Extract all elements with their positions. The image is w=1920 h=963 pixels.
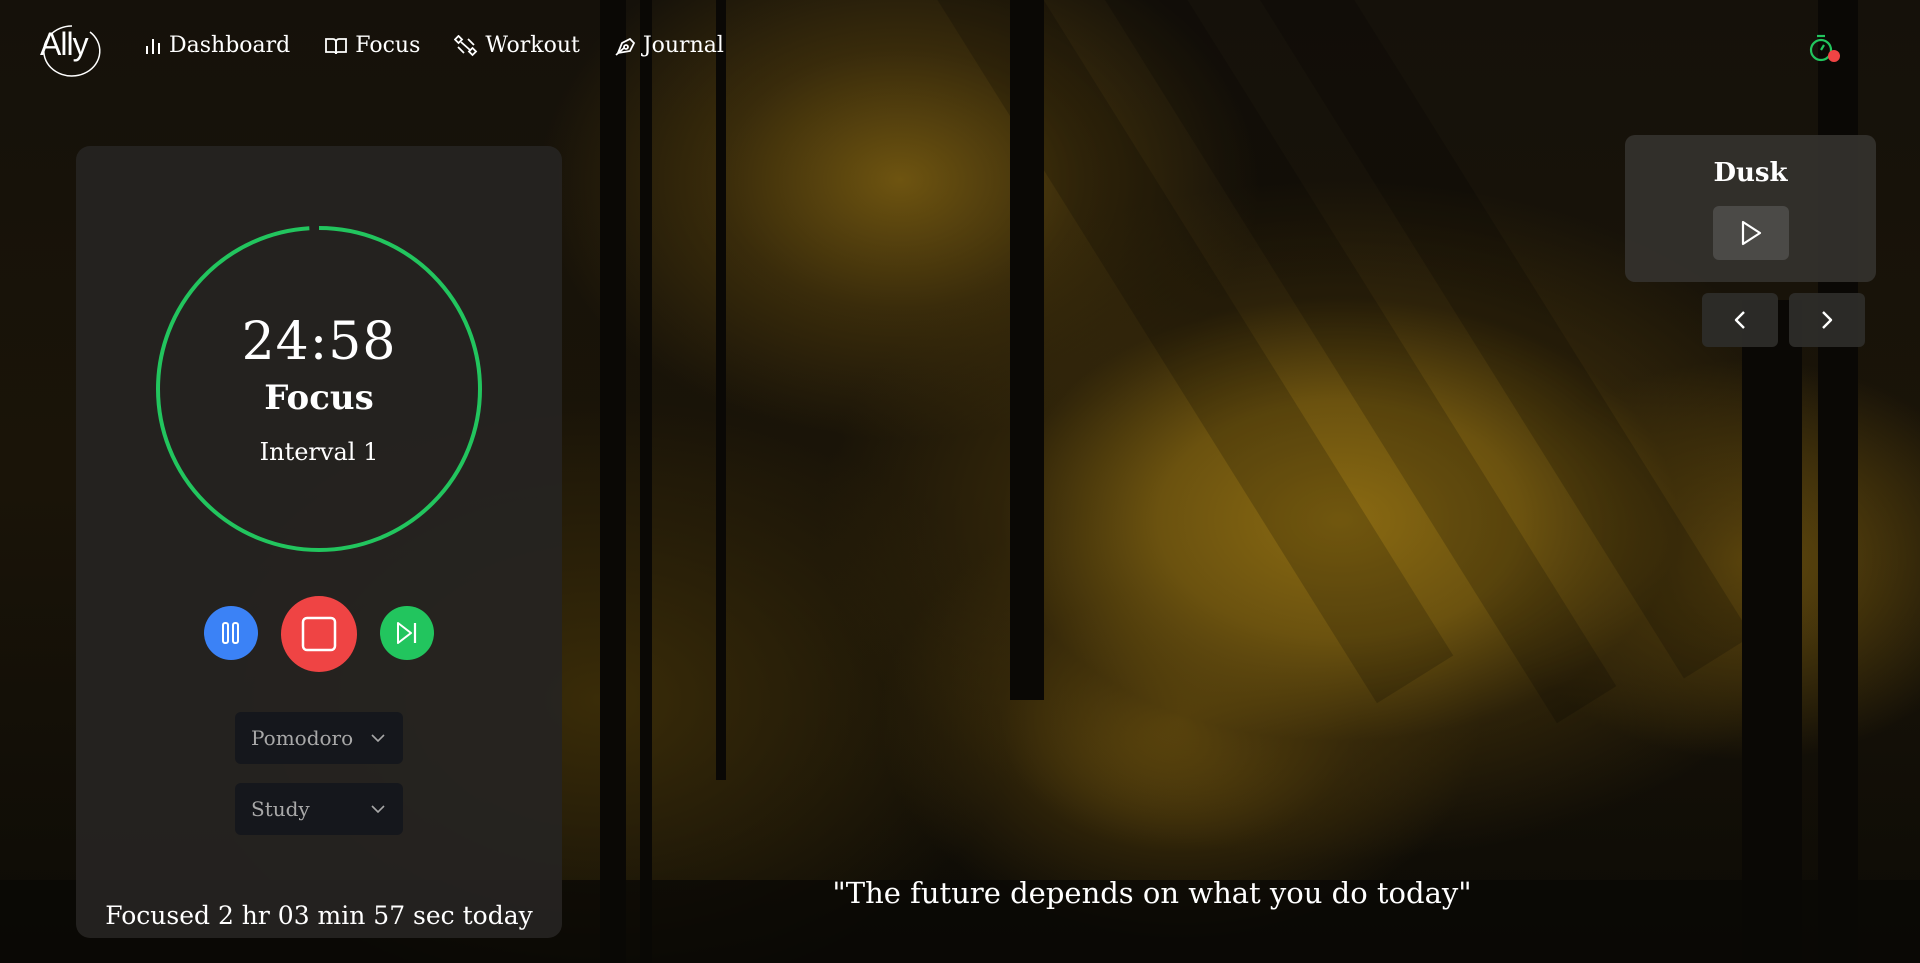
- chevron-right-icon: [1822, 311, 1833, 329]
- nav-item-workout[interactable]: Workout: [454, 33, 580, 58]
- select-value: Study: [251, 797, 310, 821]
- skip-forward-icon: [397, 622, 417, 644]
- nav-item-dashboard[interactable]: Dashboard: [144, 33, 290, 58]
- play-icon: [1741, 220, 1762, 246]
- nav-label: Focus: [355, 33, 421, 58]
- book-open-icon: [325, 37, 348, 54]
- select-value: Pomodoro: [251, 726, 354, 750]
- timer-interval-label: Interval 1: [259, 438, 379, 466]
- scene-next-button[interactable]: [1789, 293, 1865, 347]
- scene-play-button[interactable]: [1713, 206, 1789, 260]
- timer-mode-select[interactable]: Pomodoro: [235, 712, 403, 764]
- stop-icon: [301, 616, 337, 652]
- scene-title: Dusk: [1713, 158, 1788, 188]
- stopwatch-icon: [1809, 34, 1840, 62]
- pause-button[interactable]: [204, 606, 258, 660]
- bar-chart-icon: [146, 38, 160, 54]
- scene-player-card: Dusk: [1625, 135, 1876, 282]
- category-select[interactable]: Study: [235, 783, 403, 835]
- motivational-quote: "The future depends on what you do today…: [832, 876, 1472, 910]
- nav-label: Journal: [642, 33, 724, 58]
- recording-dot: [1828, 50, 1840, 62]
- nav-item-focus[interactable]: Focus: [324, 33, 420, 58]
- timer-mode-label: Focus: [264, 378, 374, 418]
- pen-tool-icon: [615, 37, 635, 56]
- chevron-down-icon: [371, 805, 385, 813]
- active-timer-indicator[interactable]: [1807, 32, 1843, 66]
- dumbbell-icon: [454, 34, 478, 56]
- main-nav: Dashboard Focus Workout Journal: [144, 33, 724, 58]
- nav-label: Dashboard: [169, 33, 291, 58]
- stop-button[interactable]: [281, 596, 357, 672]
- app-logo[interactable]: Ally: [36, 24, 101, 77]
- logo-text: Ally: [40, 26, 89, 62]
- skip-button[interactable]: [380, 606, 434, 660]
- nav-label: Workout: [485, 33, 580, 58]
- timer-countdown: 24:58: [241, 312, 397, 372]
- scene-prev-button[interactable]: [1702, 293, 1778, 347]
- chevron-left-icon: [1734, 311, 1745, 329]
- nav-item-journal[interactable]: Journal: [614, 33, 724, 58]
- focus-timer-card: 24:58 Focus Interval 1 Pomodoro Study Fo…: [76, 146, 562, 938]
- chevron-down-icon: [371, 734, 385, 742]
- pause-icon: [222, 622, 239, 644]
